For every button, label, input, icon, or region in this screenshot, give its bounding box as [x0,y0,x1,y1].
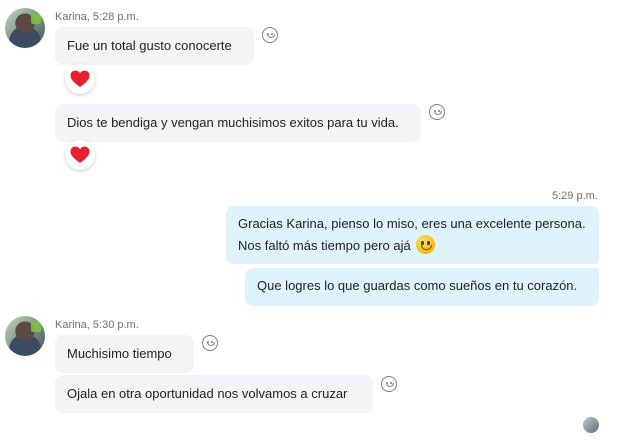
heart-icon [70,70,90,87]
heart-icon [70,146,90,163]
message-bubble[interactable]: Dios te bendiga y vengan muchisimos exit… [55,104,421,142]
message-text: Gracias Karina, pienso lo miso, eres una… [238,216,586,231]
message-meta: Karina, 5:30 p.m. [55,319,139,331]
reaction-chip[interactable] [65,140,95,170]
sender-name: Karina [55,319,87,331]
message-bubble[interactable]: Muchisimo tiempo [55,335,194,373]
smile-emoji-icon [416,235,436,254]
message-bubble-outgoing[interactable]: Que logres lo que guardas como sueños en… [245,268,599,306]
message-text: Fue un total gusto conocerte [67,38,232,53]
message-bubble[interactable]: Fue un total gusto conocerte [55,27,254,65]
smiley-react-icon[interactable] [429,104,445,120]
reaction-chip[interactable] [65,64,95,94]
read-receipt-avatar [583,417,599,433]
smiley-react-icon[interactable] [381,376,397,392]
message-text: Dios te bendiga y vengan muchisimos exit… [67,115,399,130]
message-meta: Karina, 5:28 p.m. [55,11,139,23]
message-text-line: Nos faltó más tiempo pero ajá [238,235,587,257]
avatar-logo [31,14,41,24]
message-time: 5:28 p.m. [92,11,139,23]
message-text: Muchisimo tiempo [67,346,172,361]
smiley-react-icon[interactable] [202,335,218,351]
message-text: Ojala en otra oportunidad nos volvamos a… [67,386,348,401]
sender-name: Karina [55,11,87,23]
smiley-react-icon[interactable] [262,27,278,43]
avatar-logo [31,322,41,332]
avatar-karina[interactable] [5,316,45,356]
message-text: Nos faltó más tiempo pero ajá [238,238,411,253]
message-bubble[interactable]: Ojala en otra oportunidad nos volvamos a… [55,375,373,413]
avatar-karina[interactable] [5,8,45,48]
message-text: Que logres lo que guardas como sueños en… [257,278,578,293]
message-bubble-outgoing[interactable]: Gracias Karina, pienso lo miso, eres una… [226,206,599,264]
message-time: 5:30 p.m. [92,319,139,331]
message-time: 5:29 p.m. [552,190,598,202]
